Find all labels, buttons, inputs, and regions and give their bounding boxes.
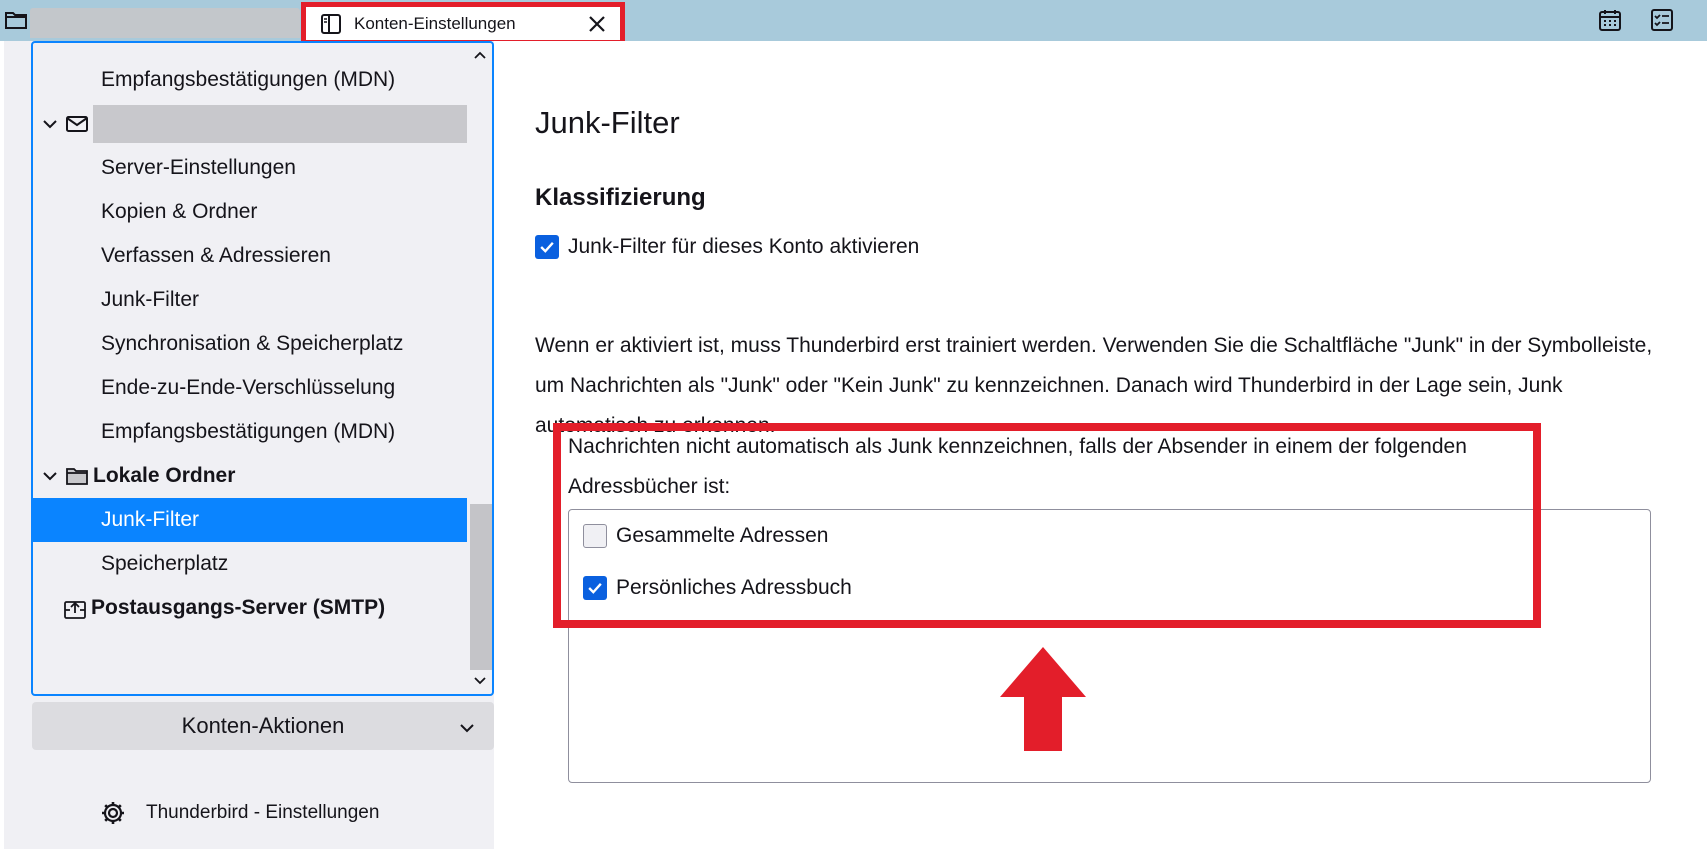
tree-item-server-settings[interactable]: Server-Einstellungen (33, 146, 467, 190)
checkbox-label: Junk-Filter für dieses Konto aktivieren (568, 235, 920, 258)
tree-item-label: Empfangsbestätigungen (MDN) (101, 68, 396, 91)
account-settings-icon (320, 13, 342, 35)
tree-item-label: Speicherplatz (101, 552, 229, 575)
gear-icon (100, 800, 126, 826)
tree-item-label: Lokale Ordner (93, 464, 236, 487)
whitelist-label: Nachrichten nicht automatisch als Junk k… (568, 435, 1467, 498)
address-book-personal[interactable]: Persönliches Adressbuch (583, 576, 852, 600)
tree-item-local-junk-filter[interactable]: Junk-Filter (33, 498, 467, 542)
checkbox-checked[interactable] (535, 235, 559, 259)
tree-item-label: Kopien & Ordner (101, 200, 258, 223)
mail-tab[interactable] (30, 8, 300, 38)
tree-item-label: Junk-Filter (101, 288, 200, 311)
checkbox-checked[interactable] (583, 576, 607, 600)
chevron-up-icon[interactable] (472, 47, 488, 63)
tree-item-local-folders[interactable]: Lokale Ordner (33, 454, 467, 498)
address-book-label: Gesammelte Adressen (616, 524, 829, 547)
thunderbird-settings-link[interactable]: Thunderbird - Einstellungen (100, 800, 379, 826)
chevron-down-icon[interactable] (41, 467, 59, 485)
tree-item-mdn[interactable]: Empfangsbestätigungen (MDN) (33, 58, 467, 102)
tasks-icon[interactable] (1650, 8, 1674, 32)
address-book-collected[interactable]: Gesammelte Adressen (583, 524, 828, 548)
tab-account-settings[interactable]: Konten-Einstellungen (301, 2, 625, 45)
tree-item-label: Verfassen & Adressieren (101, 244, 331, 267)
tree-item-label: Empfangsbestätigungen (MDN) (101, 420, 396, 443)
tree-item-sync-storage[interactable]: Synchronisation & Speicherplatz (33, 322, 467, 366)
outbox-icon (63, 596, 87, 620)
chevron-down-icon[interactable] (472, 673, 488, 689)
settings-link-label: Thunderbird - Einstellungen (146, 802, 380, 823)
tree-item-copies-folders[interactable]: Kopien & Ordner (33, 190, 467, 234)
tree-item-e2e-encryption[interactable]: Ende-zu-Ende-Verschlüsselung (33, 366, 467, 410)
tab-bar: Konten-Einstellungen (0, 0, 1707, 45)
address-book-label: Persönliches Adressbuch (616, 576, 852, 599)
enable-junk-filter-checkbox[interactable]: Junk-Filter für dieses Konto aktivieren (535, 235, 919, 259)
tree-item-label: Postausgangs-Server (SMTP) (91, 596, 386, 619)
account-actions-button[interactable]: Konten-Aktionen (32, 702, 494, 750)
page-title: Junk-Filter (535, 105, 680, 140)
arrow-up-icon (1000, 647, 1086, 751)
account-tree[interactable]: Empfangsbestätigungen (MDN) Server-Einst… (31, 41, 494, 696)
section-title: Klassifizierung (535, 184, 706, 211)
tree-item-composition[interactable]: Verfassen & Adressieren (33, 234, 467, 278)
account-name-redacted (93, 105, 467, 143)
mail-icon (65, 112, 89, 136)
tree-item-mdn-2[interactable]: Empfangsbestätigungen (MDN) (33, 410, 467, 454)
tree-scrollbar[interactable] (468, 43, 492, 694)
tree-item-label: Junk-Filter (101, 508, 200, 531)
tree-item-local-storage[interactable]: Speicherplatz (33, 542, 467, 586)
chevron-down-icon[interactable] (41, 115, 59, 133)
tree-item-smtp[interactable]: Postausgangs-Server (SMTP) (33, 586, 467, 630)
tree-item-junk-filter[interactable]: Junk-Filter (33, 278, 467, 322)
close-icon[interactable] (586, 13, 608, 35)
calendar-icon[interactable] (1598, 8, 1622, 32)
tab-title: Konten-Einstellungen (354, 13, 516, 33)
tree-item-label: Server-Einstellungen (101, 156, 296, 179)
account-actions-label: Konten-Aktionen (181, 713, 345, 738)
tree-item-account[interactable] (33, 102, 467, 146)
folder-icon (65, 464, 89, 488)
checkbox-unchecked[interactable] (583, 524, 607, 548)
junk-filter-settings: Junk-Filter Klassifizierung Junk-Filter … (494, 41, 1707, 849)
tree-item-label: Synchronisation & Speicherplatz (101, 332, 404, 355)
tree-item-label: Ende-zu-Ende-Verschlüsselung (101, 376, 396, 399)
chevron-down-icon (458, 717, 476, 735)
folder-icon[interactable] (4, 8, 28, 32)
scrollbar-thumb[interactable] (470, 504, 492, 670)
address-book-list[interactable]: Gesammelte Adressen Persönliches Adressb… (568, 509, 1651, 783)
